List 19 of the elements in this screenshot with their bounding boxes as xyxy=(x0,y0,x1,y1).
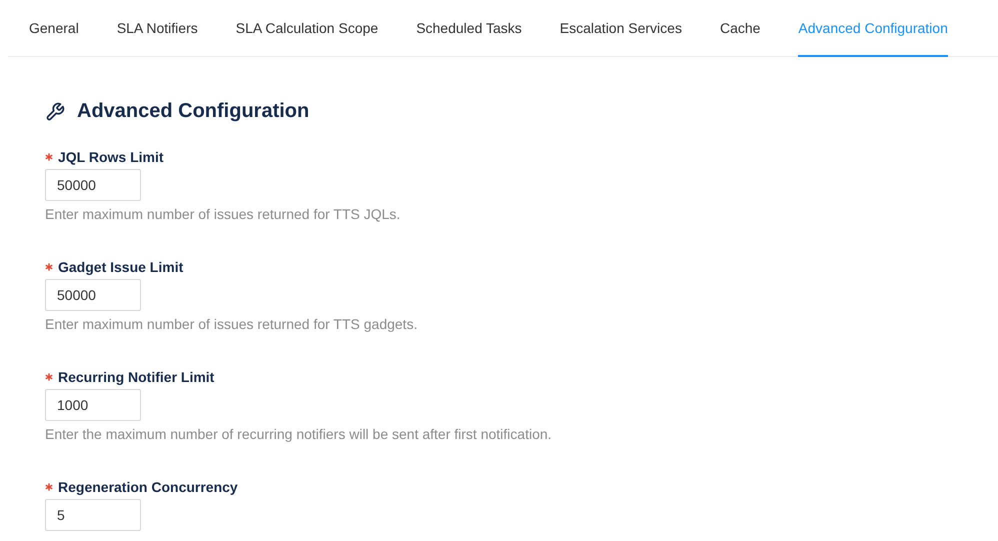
input-field[interactable]: 1000 xyxy=(45,389,141,421)
input-field[interactable]: 50000 xyxy=(45,279,141,311)
input-field[interactable]: 50000 xyxy=(45,169,141,201)
field-label: JQL Rows Limit xyxy=(58,149,164,165)
tab[interactable]: Scheduled Tasks xyxy=(416,0,522,57)
tab[interactable]: SLA Calculation Scope xyxy=(236,0,378,57)
field-label: Regeneration Concurrency xyxy=(58,479,238,495)
help-text: Enter the maximum number of recurring notifiers will be sent after first notification. xyxy=(45,426,552,442)
help-text: Enter maximum number of issues returned for TTS gadgets. xyxy=(45,316,418,332)
section-title: Advanced Configuration xyxy=(77,100,310,123)
tab[interactable]: Escalation Services xyxy=(560,0,682,57)
tab[interactable]: General xyxy=(29,0,79,57)
field-label: Gadget Issue Limit xyxy=(58,259,184,275)
tab[interactable]: SLA Notifiers xyxy=(116,0,198,57)
tab[interactable]: Cache xyxy=(720,0,760,57)
help-text: Enter maximum number of issues returned for TTS JQLs. xyxy=(45,206,400,222)
field-label: Recurring Notifier Limit xyxy=(58,369,214,385)
wrench-icon xyxy=(45,102,65,122)
input-field[interactable]: 5 xyxy=(45,499,141,531)
